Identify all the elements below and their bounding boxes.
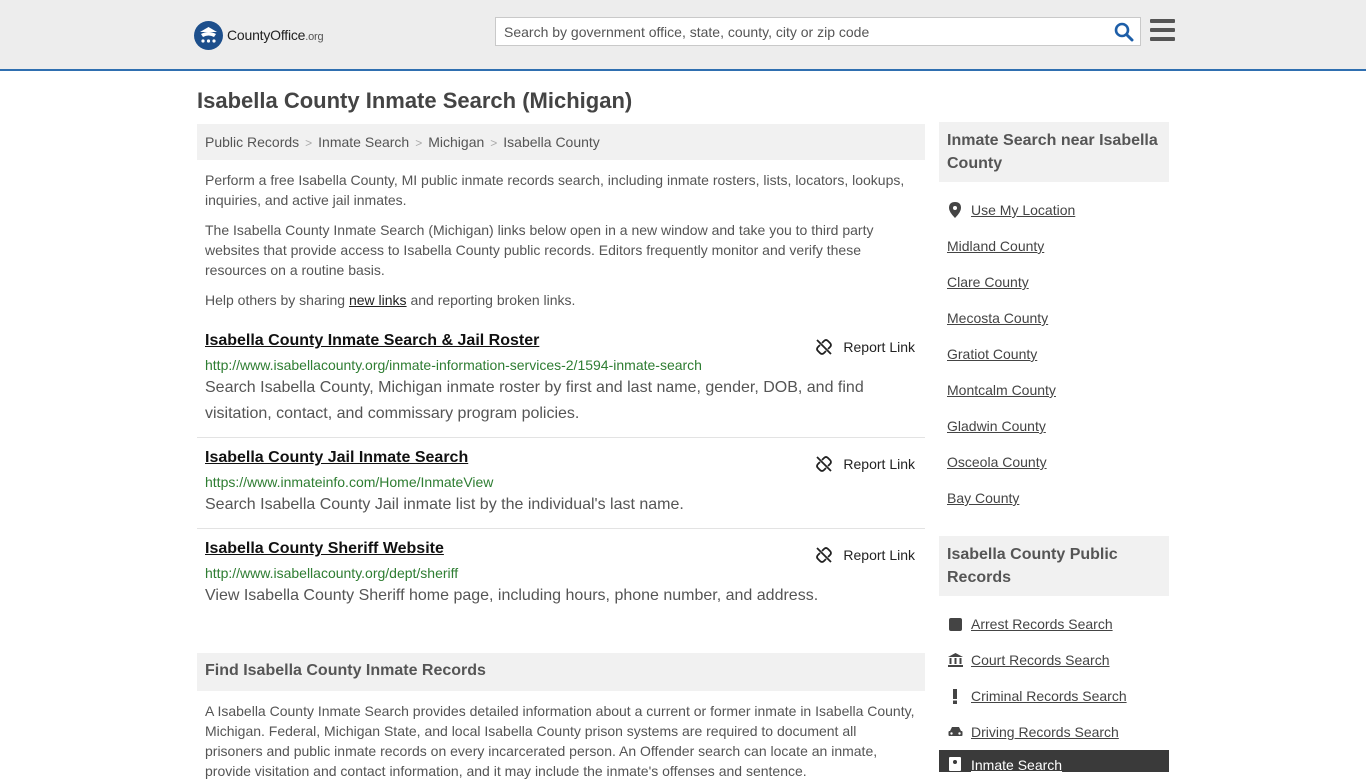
search-box (495, 17, 1141, 46)
arrest-records-label: Arrest Records Search (971, 616, 1113, 632)
car-icon (947, 726, 963, 738)
nearby-county-link[interactable]: Gratiot County (947, 336, 1161, 372)
logo-badge-icon (194, 20, 223, 50)
location-pin-icon (947, 202, 963, 218)
breadcrumb-inmate-search[interactable]: Inmate Search (318, 134, 409, 150)
report-link-button[interactable]: Report Link (816, 339, 915, 355)
intro-report-text: and reporting broken links. (406, 292, 576, 308)
inmate-search-active-label: Inmate Search (971, 757, 1063, 773)
arrest-records-link[interactable]: Arrest Records Search (947, 606, 1161, 642)
resource-link-title[interactable]: Isabella County Jail Inmate Search (205, 448, 468, 468)
court-records-link[interactable]: Court Records Search (947, 642, 1161, 678)
resource-link-description: Search Isabella County Jail inmate list … (205, 496, 684, 513)
resource-link-item: Isabella County Sheriff Website Report L… (197, 529, 925, 619)
report-link-label: Report Link (843, 547, 915, 563)
nearby-county-link[interactable]: Gladwin County (947, 408, 1161, 444)
resource-link-url: http://www.isabellacounty.org/inmate-inf… (205, 357, 702, 373)
resource-link-url: http://www.isabellacounty.org/dept/sheri… (205, 565, 459, 581)
exclamation-icon (947, 688, 963, 704)
resource-link-url: https://www.inmateinfo.com/Home/InmateVi… (205, 474, 494, 490)
nearby-county-link[interactable]: Mecosta County (947, 300, 1161, 336)
top-header: CountyOffice.org (0, 0, 1366, 71)
criminal-records-link[interactable]: Criminal Records Search (947, 678, 1161, 714)
resource-link-item: Isabella County Jail Inmate Search Repor… (197, 438, 925, 529)
logo-suffix-text: .org (305, 31, 324, 43)
report-link-label: Report Link (843, 456, 915, 472)
use-my-location-label: Use My Location (971, 202, 1076, 218)
nearby-county-link[interactable]: Osceola County (947, 444, 1161, 480)
driving-records-label: Driving Records Search (971, 724, 1119, 740)
intro-text: Perform a free Isabella County, MI publi… (197, 170, 925, 310)
sidebar-records: Isabella County Public Records Arrest Re… (939, 536, 1169, 750)
resource-links-list: Isabella County Inmate Search & Jail Ros… (197, 331, 925, 619)
report-link-button[interactable]: Report Link (816, 547, 915, 563)
search-icon[interactable] (1114, 22, 1134, 42)
menu-icon[interactable] (1150, 19, 1175, 43)
public-records-heading: Isabella County Public Records (939, 536, 1169, 596)
broken-link-icon (816, 547, 833, 563)
use-my-location-link[interactable]: Use My Location (947, 192, 1161, 228)
main-content: Public Records > Inmate Search > Michigan > Is… (197, 124, 925, 781)
report-link-label: Report Link (843, 339, 915, 355)
resource-link-title[interactable]: Isabella County Inmate Search & Jail Ros… (205, 331, 539, 351)
page-title: Isabella County Inmate Search (Michigan) (197, 88, 633, 113)
find-records-text: A Isabella County Inmate Search provides… (205, 703, 915, 779)
criminal-records-label: Criminal Records Search (971, 688, 1127, 704)
sidebar: Inmate Search near Isabella County Use M… (939, 122, 1169, 516)
resource-link-description: View Isabella County Sheriff home page, … (205, 587, 819, 604)
breadcrumb-separator-icon: > (415, 136, 423, 150)
logo-main-text: CountyOffice (227, 27, 306, 43)
new-links-link[interactable]: new links (349, 292, 407, 308)
courthouse-icon (947, 653, 963, 667)
report-link-button[interactable]: Report Link (816, 456, 915, 472)
nearby-county-link[interactable]: Montcalm County (947, 372, 1161, 408)
intro-share-text: Help others by sharing (205, 292, 349, 308)
broken-link-icon (816, 456, 833, 472)
driving-records-link[interactable]: Driving Records Search (947, 714, 1161, 750)
breadcrumb: Public Records > Inmate Search > Michigan > Is… (197, 124, 925, 160)
court-records-label: Court Records Search (971, 652, 1110, 668)
resource-link-title[interactable]: Isabella County Sheriff Website (205, 539, 444, 559)
logo-text: CountyOffice.org (227, 27, 324, 43)
breadcrumb-separator-icon: > (490, 136, 498, 150)
sidebar-active-item-wrap: Inmate Search (939, 750, 1169, 773)
intro-paragraph-1: Perform a free Isabella County, MI publi… (205, 172, 905, 208)
public-records-list: Arrest Records Search Court Records Sear… (939, 596, 1169, 750)
breadcrumb-public-records[interactable]: Public Records (205, 134, 299, 150)
broken-link-icon (816, 339, 833, 355)
breadcrumb-separator-icon: > (305, 136, 313, 150)
breadcrumb-michigan[interactable]: Michigan (428, 134, 484, 150)
breadcrumb-isabella-county[interactable]: Isabella County (503, 134, 600, 150)
intro-paragraph-2: The Isabella County Inmate Search (Michi… (205, 222, 874, 278)
resource-link-item: Isabella County Inmate Search & Jail Ros… (197, 331, 925, 438)
nearby-county-link[interactable]: Bay County (947, 480, 1161, 516)
search-input[interactable] (496, 18, 1096, 45)
square-icon (947, 617, 963, 631)
site-logo[interactable]: CountyOffice.org (194, 20, 324, 50)
find-records-heading: Find Isabella County Inmate Records (197, 653, 925, 691)
inmate-search-active-link[interactable]: Inmate Search (939, 750, 1169, 773)
intro-paragraph-3: Help others by sharing new links and rep… (205, 290, 917, 310)
nearby-county-link[interactable]: Clare County (947, 264, 1161, 300)
inmate-icon (947, 757, 963, 771)
resource-link-description: Search Isabella County, Michigan inmate … (205, 379, 864, 422)
nearby-heading: Inmate Search near Isabella County (939, 122, 1169, 182)
nearby-list: Use My Location Midland County Clare Cou… (939, 182, 1169, 516)
nearby-county-link[interactable]: Midland County (947, 228, 1161, 264)
